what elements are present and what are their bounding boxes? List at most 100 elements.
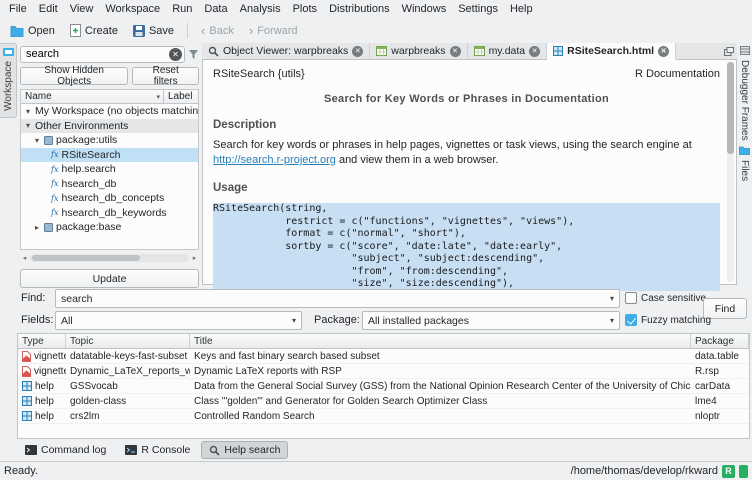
save-button[interactable]: Save [126,22,181,40]
help-doc-type: R Documentation [635,68,720,80]
create-button[interactable]: Create [63,21,125,40]
help-title: Search for Key Words or Phrases in Docum… [213,93,720,105]
table-row[interactable]: vignette datatable-keys-fast-subset Keys… [18,349,749,364]
column-header-topic[interactable]: Topic [66,334,190,348]
column-header-label[interactable]: Label [164,91,198,102]
fields-label: Fields: [21,314,53,326]
update-button[interactable]: Update [20,269,199,288]
case-sensitive-checkbox[interactable]: Case sensitive [625,292,706,304]
menu-view[interactable]: View [64,2,100,16]
package-icon [44,223,53,232]
tree-item-my-workspace[interactable]: ▾ My Workspace (no objects matching filt… [21,104,198,119]
clear-search-icon[interactable]: ✕ [169,48,182,61]
menu-run[interactable]: Run [166,2,198,16]
workspace-browser-panel: ✕ Show Hidden Objects Reset filters Name… [17,43,202,286]
detach-window-icon[interactable] [724,47,734,56]
menu-edit[interactable]: Edit [33,2,64,16]
back-button[interactable]: ‹ Back [194,22,241,40]
fields-combobox[interactable]: All ▾ [55,311,302,330]
close-tab-icon[interactable]: ✕ [658,46,669,57]
scrollbar-thumb[interactable] [32,255,140,261]
tab-r-console[interactable]: R Console [117,441,198,459]
close-tab-icon[interactable]: ✕ [352,46,363,57]
document-scrollbar[interactable] [727,62,734,282]
menu-settings[interactable]: Settings [452,2,504,16]
column-header-name[interactable]: Name ▾ [21,91,163,102]
statusbar: Ready. /home/thomas/develop/rkward R [0,461,752,480]
close-tab-icon[interactable]: ✕ [450,46,461,57]
function-icon: fx [51,194,58,203]
menu-analysis[interactable]: Analysis [234,2,287,16]
tree-item-help-search[interactable]: fx help.search [21,162,198,177]
r-engine-status-badge: R [722,465,735,478]
status-message: Ready. [4,465,38,477]
table-row[interactable]: vignette Dynamic_LaTeX_reports_with_RSP … [18,364,749,379]
tree-item-package-utils[interactable]: ▾ package:utils [21,133,198,148]
function-icon: fx [51,150,58,159]
combo-arrow-icon: ▾ [604,316,614,325]
tree-column-header: Name ▾ Label [20,89,199,104]
package-combobox[interactable]: All installed packages ▾ [362,311,620,330]
menu-file[interactable]: File [3,2,33,16]
help-page-icon [22,381,32,391]
filter-options-icon[interactable] [188,49,199,60]
tree-item-rsitesearch[interactable]: fx RSiteSearch [21,148,198,163]
workspace-object-tree: ▾ My Workspace (no objects matching filt… [20,104,199,250]
tab-warpbreaks[interactable]: warpbreaks ✕ [370,43,467,59]
combo-arrow-icon: ▾ [604,294,614,303]
tree-item-hsearch-db-keywords[interactable]: fx hsearch_db_keywords [21,206,198,221]
search-r-project-link[interactable]: http://search.r-project.org [213,154,336,166]
scrollbar-thumb[interactable] [727,62,734,154]
tab-rsitesearch-html[interactable]: RSiteSearch.html ✕ [547,43,676,60]
checkbox-checked-icon[interactable] [625,314,637,326]
menu-data[interactable]: Data [198,2,233,16]
dock-tab-debugger-frames[interactable]: Debugger Frames [739,60,750,141]
column-header-package[interactable]: Package [691,334,749,348]
tab-command-log[interactable]: Command log [17,441,114,459]
tree-item-hsearch-db[interactable]: fx hsearch_db [21,177,198,192]
menu-workspace[interactable]: Workspace [99,2,166,16]
scroll-left-icon[interactable]: ◂ [20,254,29,262]
chevron-right-icon[interactable]: ▸ [33,223,41,232]
fuzzy-matching-checkbox[interactable]: Fuzzy matching [625,314,711,326]
chevron-down-icon[interactable]: ▾ [24,121,32,130]
show-hidden-objects-button[interactable]: Show Hidden Objects [20,67,128,85]
table-row[interactable]: help GSSvocab Data from the General Soci… [18,379,749,394]
table-row[interactable]: help golden-class Class '"golden"' and G… [18,394,749,409]
close-tab-icon[interactable]: ✕ [529,46,540,57]
checkbox-icon[interactable] [625,292,637,304]
working-directory-path: /home/thomas/develop/rkward [571,465,718,477]
workspace-dock-tab[interactable]: Workspace [0,43,17,118]
menu-distributions[interactable]: Distributions [323,2,396,16]
search-input[interactable] [26,48,169,60]
tab-my-data[interactable]: my.data ✕ [468,43,548,59]
help-search-icon [209,445,220,456]
menu-help[interactable]: Help [504,2,539,16]
column-header-type[interactable]: Type [18,334,66,348]
column-header-title[interactable]: Title [190,334,691,348]
tab-object-viewer-warpbreaks[interactable]: Object Viewer: warpbreaks ✕ [202,43,370,59]
find-label: Find: [21,292,45,304]
reset-filters-button[interactable]: Reset filters [132,67,199,85]
tree-item-other-environments[interactable]: ▾ Other Environments [21,119,198,134]
open-button[interactable]: Open [3,22,62,40]
usage-heading: Usage [213,182,720,194]
menu-plots[interactable]: Plots [287,2,323,16]
tree-item-package-base[interactable]: ▸ package:base [21,220,198,235]
find-combobox[interactable]: search ▾ [55,289,620,308]
help-page-icon [22,411,32,421]
forward-button[interactable]: › Forward [242,22,305,40]
tree-horizontal-scrollbar[interactable]: ◂ ▸ [20,253,199,263]
menu-windows[interactable]: Windows [396,2,453,16]
files-icon [739,146,750,155]
engine-busy-indicator [739,465,748,478]
chevron-down-icon[interactable]: ▾ [33,136,41,145]
table-row[interactable]: help crs2lm Controlled Random Search nlo… [18,409,749,424]
object-search-field[interactable]: ✕ [20,46,185,63]
chevron-down-icon[interactable]: ▾ [24,107,32,116]
tree-item-hsearch-db-concepts[interactable]: fx hsearch_db_concepts [21,191,198,206]
help-page-icon [22,396,32,406]
dock-tab-files[interactable]: Files [739,160,750,181]
tab-help-search[interactable]: Help search [201,441,288,459]
scroll-right-icon[interactable]: ▸ [190,254,199,262]
